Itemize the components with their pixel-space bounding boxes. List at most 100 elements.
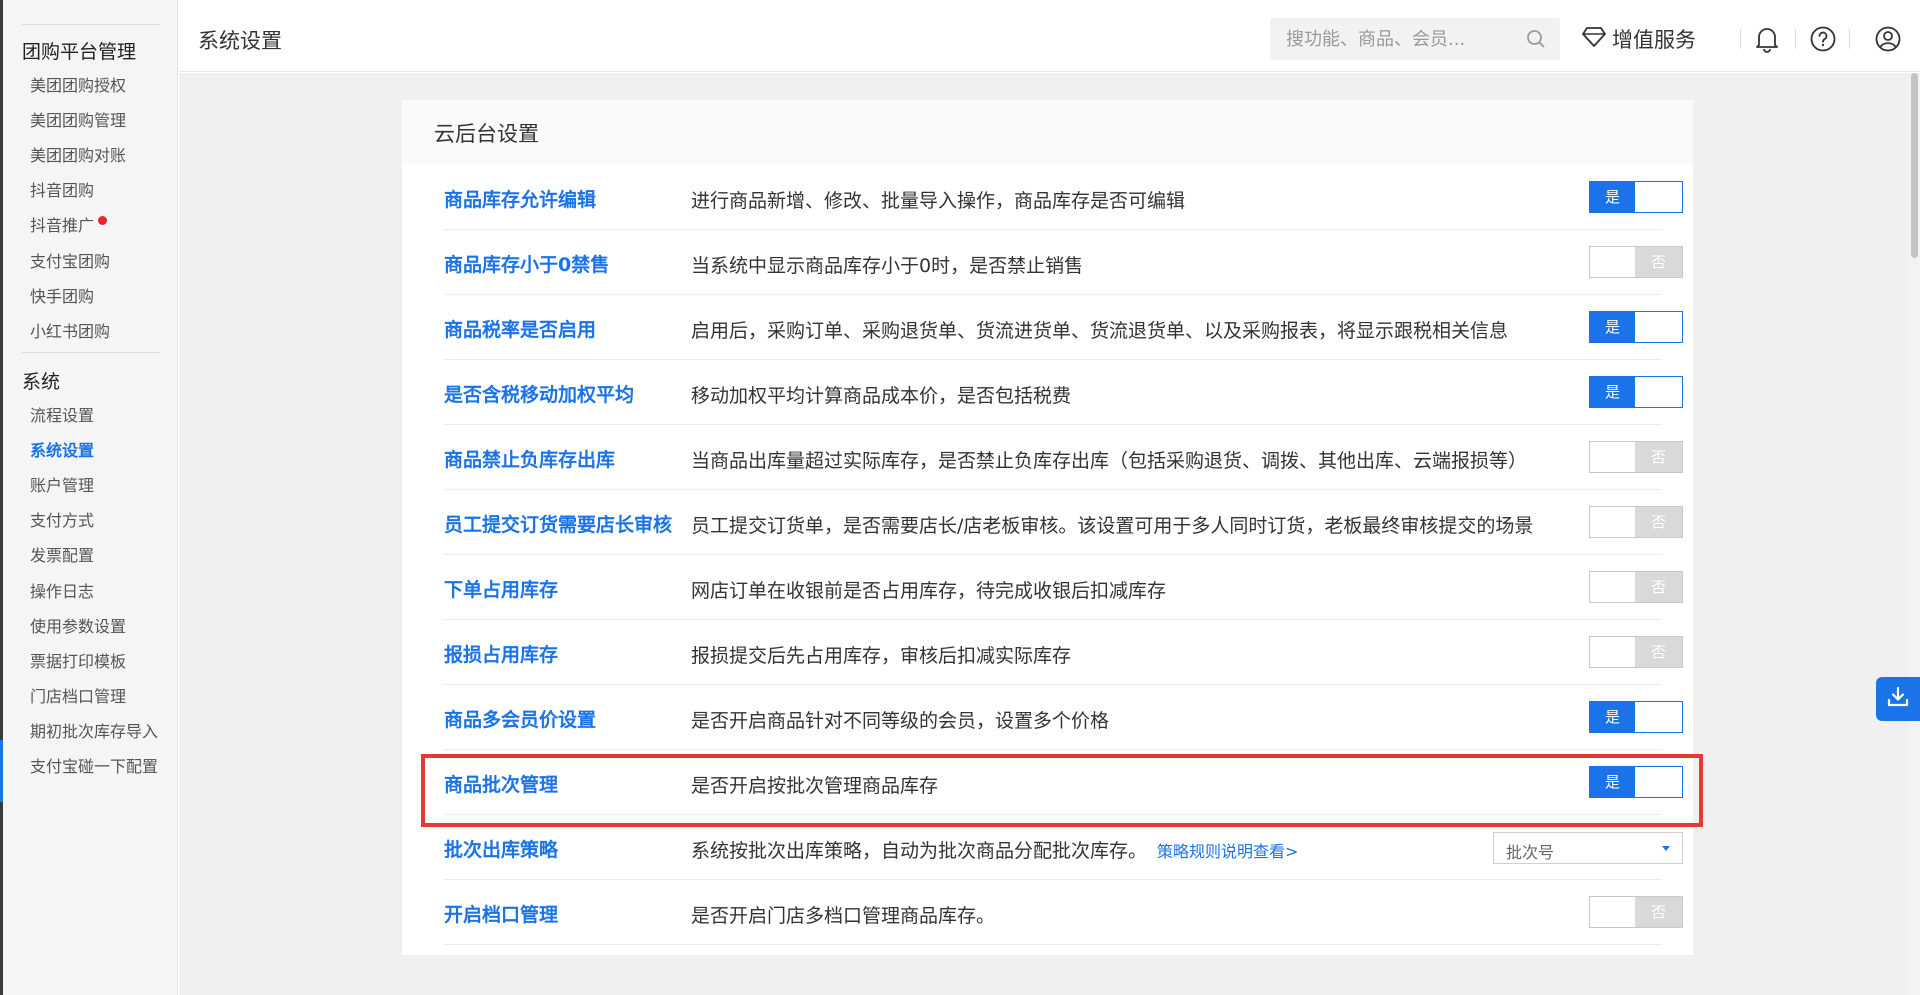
card-header: 云后台设置: [402, 100, 1693, 164]
setting-desc: 系统按批次出库策略，自动为批次商品分配批次库存。 策略规则说明查看>: [691, 836, 1298, 863]
setting-name: 下单占用库存: [444, 579, 559, 601]
setting-desc: 员工提交订货单，是否需要店长/店老板审核。该设置可用于多人同时订货，老板最终审核…: [691, 515, 1534, 537]
setting-row: 开启档口管理 是否开启门店多档口管理商品库存。 否: [444, 880, 1683, 945]
search-box[interactable]: [1270, 18, 1560, 60]
toggle-off-label: 否: [1635, 897, 1682, 927]
setting-desc: 报损提交后先占用库存，审核后扣减实际库存: [691, 645, 1072, 667]
setting-desc: 当商品出库量超过实际库存，是否禁止负库存出库（包括采购退货、调拨、其他出库、云端…: [691, 450, 1528, 472]
sidebar-group-title: 系统: [22, 371, 61, 393]
setting-toggle[interactable]: 否: [1589, 896, 1683, 928]
setting-desc: 网店订单在收银前是否占用库存，待完成收银后扣减库存: [691, 580, 1167, 602]
sidebar-item-invoice-config[interactable]: 发票配置: [30, 542, 94, 566]
sidebar-item-kuaishou-group[interactable]: 快手团购: [30, 283, 94, 307]
sidebar-item-douyin-group[interactable]: 抖音团购: [30, 177, 94, 201]
setting-row: 报损占用库存 报损提交后先占用库存，审核后扣减实际库存 否: [444, 620, 1683, 685]
setting-toggle[interactable]: 否: [1589, 571, 1683, 603]
setting-name: 商品禁止负库存出库: [444, 449, 616, 471]
header-divider: [1849, 29, 1850, 49]
sidebar-item-stall-management[interactable]: 门店档口管理: [30, 683, 126, 707]
setting-name: 商品多会员价设置: [444, 709, 597, 731]
sidebar-divider: [22, 352, 160, 353]
scrollbar-thumb[interactable]: [1911, 73, 1918, 258]
sidebar-item-process-settings[interactable]: 流程设置: [30, 402, 94, 426]
setting-toggle[interactable]: 否: [1589, 636, 1683, 668]
page-title: 系统设置: [198, 29, 282, 53]
top-header: 系统设置 增值服务: [179, 5, 1920, 72]
batch-strategy-select[interactable]: 批次号: [1493, 832, 1683, 864]
toggle-on-label: 是: [1590, 377, 1635, 407]
setting-name: 商品库存允许编辑: [444, 189, 597, 211]
setting-toggle[interactable]: 是: [1589, 376, 1683, 408]
setting-desc: 是否开启商品针对不同等级的会员，设置多个价格: [691, 710, 1110, 732]
setting-toggle[interactable]: 否: [1589, 441, 1683, 473]
value-added-services-label: 增值服务: [1612, 28, 1696, 52]
diamond-icon: [1582, 26, 1606, 53]
setting-desc: 进行商品新增、修改、批量导入操作，商品库存是否可编辑: [691, 190, 1186, 212]
sidebar-item-xiaohongshu-group[interactable]: 小红书团购: [30, 318, 110, 342]
sidebar-item-batch-import[interactable]: 期初批次库存导入: [30, 718, 158, 742]
bell-icon[interactable]: [1754, 25, 1780, 57]
sidebar-item-douyin-promo[interactable]: 抖音推广: [30, 212, 108, 236]
sidebar-item-alipay-group[interactable]: 支付宝团购: [30, 248, 110, 272]
card-title: 云后台设置: [434, 122, 539, 146]
setting-name: 开启档口管理: [444, 904, 559, 926]
sidebar-divider: [22, 24, 160, 25]
setting-name: 商品库存小于0禁售: [444, 254, 610, 276]
strategy-rules-link[interactable]: 策略规则说明查看>: [1157, 842, 1298, 861]
setting-name: 员工提交订货需要店长审核: [444, 514, 673, 536]
setting-row: 商品多会员价设置 是否开启商品针对不同等级的会员，设置多个价格 是: [444, 685, 1683, 750]
setting-row: 员工提交订货需要店长审核 员工提交订货单，是否需要店长/店老板审核。该设置可用于…: [444, 490, 1683, 555]
sidebar-item-meituan-manage[interactable]: 美团团购管理: [30, 107, 126, 131]
setting-row: 商品库存小于0禁售 当系统中显示商品库存小于0时，是否禁止销售 否: [444, 230, 1683, 295]
setting-toggle[interactable]: 否: [1589, 506, 1683, 538]
setting-toggle[interactable]: 是: [1589, 181, 1683, 213]
sidebar-item-label: 抖音推广: [30, 216, 95, 235]
setting-desc: 是否开启门店多档口管理商品库存。: [691, 905, 996, 927]
sidebar-item-print-templates[interactable]: 票据打印模板: [30, 648, 126, 672]
setting-toggle[interactable]: 否: [1589, 246, 1683, 278]
user-avatar-icon[interactable]: [1874, 25, 1902, 57]
chevron-down-icon: [1662, 846, 1670, 851]
setting-desc: 当系统中显示商品库存小于0时，是否禁止销售: [691, 255, 1084, 277]
toggle-on-label: 是: [1590, 312, 1635, 342]
toggle-off-label: 否: [1635, 442, 1682, 472]
setting-row: 商品税率是否启用 启用后，采购订单、采购退货单、货流进货单、货流退货单、以及采购…: [444, 295, 1683, 360]
search-input[interactable]: [1284, 26, 1514, 52]
setting-desc: 启用后，采购订单、采购退货单、货流进货单、货流退货单、以及采购报表，将显示跟税相…: [691, 320, 1509, 342]
setting-toggle[interactable]: 是: [1589, 311, 1683, 343]
sidebar-item-meituan-auth[interactable]: 美团团购授权: [30, 72, 126, 96]
sidebar: 团购平台管理 美团团购授权 美团团购管理 美团团购对账 抖音团购 抖音推广 支付…: [3, 0, 178, 995]
setting-row: 是否含税移动加权平均 移动加权平均计算商品成本价，是否包括税费 是: [444, 360, 1683, 425]
setting-row: 商品禁止负库存出库 当商品出库量超过实际库存，是否禁止负库存出库（包括采购退货、…: [444, 425, 1683, 490]
sidebar-group-title: 团购平台管理: [22, 41, 137, 63]
toggle-on-label: 是: [1590, 702, 1635, 732]
setting-name: 是否含税移动加权平均: [444, 384, 635, 406]
download-button[interactable]: [1876, 677, 1920, 721]
page-scrollbar[interactable]: [1909, 73, 1920, 995]
notification-dot: [98, 216, 108, 225]
sidebar-item-param-settings[interactable]: 使用参数设置: [30, 613, 126, 637]
select-value: 批次号: [1506, 843, 1555, 862]
toggle-off-label: 否: [1635, 247, 1682, 277]
setting-toggle[interactable]: 是: [1589, 701, 1683, 733]
download-icon: [1885, 684, 1911, 714]
main-content: 云后台设置 商品库存允许编辑 进行商品新增、修改、批量导入操作，商品库存是否可编…: [179, 73, 1909, 995]
sidebar-item-payment-methods[interactable]: 支付方式: [30, 507, 94, 531]
sidebar-item-system-settings[interactable]: 系统设置: [30, 437, 94, 461]
sidebar-item-account-management[interactable]: 账户管理: [30, 472, 94, 496]
sidebar-item-alipay-tap[interactable]: 支付宝碰一下配置: [30, 753, 158, 777]
setting-name: 报损占用库存: [444, 644, 559, 666]
search-icon[interactable]: [1526, 29, 1546, 53]
highlight-box: [421, 754, 1703, 827]
header-divider: [1740, 29, 1741, 49]
sidebar-item-operation-log[interactable]: 操作日志: [30, 578, 94, 602]
toggle-off-label: 否: [1635, 572, 1682, 602]
setting-name: 商品税率是否启用: [444, 319, 597, 341]
help-icon[interactable]: [1809, 25, 1837, 57]
value-added-services-button[interactable]: 增值服务: [1582, 19, 1696, 59]
toggle-on-label: 是: [1590, 182, 1635, 212]
sidebar-item-meituan-reconcile[interactable]: 美团团购对账: [30, 142, 126, 166]
setting-desc-text: 系统按批次出库策略，自动为批次商品分配批次库存。: [691, 840, 1148, 862]
toggle-off-label: 否: [1635, 637, 1682, 667]
setting-desc: 移动加权平均计算商品成本价，是否包括税费: [691, 385, 1072, 407]
